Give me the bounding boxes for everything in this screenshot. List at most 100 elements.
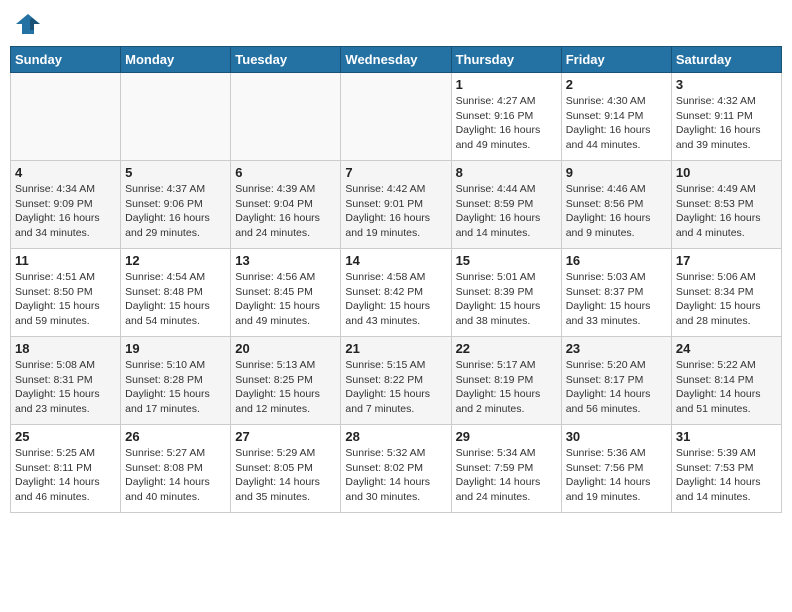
day-cell: 28 Sunrise: 5:32 AMSunset: 8:02 PMDayligh… <box>341 425 451 513</box>
day-detail: Sunrise: 5:34 AMSunset: 7:59 PMDaylight:… <box>456 446 557 505</box>
day-detail: Sunrise: 4:39 AMSunset: 9:04 PMDaylight:… <box>235 182 336 241</box>
day-cell: 4 Sunrise: 4:34 AMSunset: 9:09 PMDaylight… <box>11 161 121 249</box>
day-detail: Sunrise: 5:27 AMSunset: 8:08 PMDaylight:… <box>125 446 226 505</box>
day-detail: Sunrise: 4:56 AMSunset: 8:45 PMDaylight:… <box>235 270 336 329</box>
day-detail: Sunrise: 5:01 AMSunset: 8:39 PMDaylight:… <box>456 270 557 329</box>
week-row-3: 11 Sunrise: 4:51 AMSunset: 8:50 PMDayligh… <box>11 249 782 337</box>
day-number: 11 <box>15 253 116 268</box>
day-number: 27 <box>235 429 336 444</box>
day-cell <box>11 73 121 161</box>
day-number: 25 <box>15 429 116 444</box>
day-number: 9 <box>566 165 667 180</box>
day-detail: Sunrise: 5:03 AMSunset: 8:37 PMDaylight:… <box>566 270 667 329</box>
day-number: 17 <box>676 253 777 268</box>
week-row-4: 18Sunrise: 5:08 AMSunset: 8:31 PMDayligh… <box>11 337 782 425</box>
week-row-1: 1 Sunrise: 4:27 AMSunset: 9:16 PMDaylight… <box>11 73 782 161</box>
day-cell: 1 Sunrise: 4:27 AMSunset: 9:16 PMDaylight… <box>451 73 561 161</box>
day-detail: Sunrise: 5:08 AMSunset: 8:31 PMDaylight:… <box>15 358 116 417</box>
day-detail: Sunrise: 4:49 AMSunset: 8:53 PMDaylight:… <box>676 182 777 241</box>
day-number: 31 <box>676 429 777 444</box>
day-cell: 31 Sunrise: 5:39 AMSunset: 7:53 PMDayligh… <box>671 425 781 513</box>
day-number: 28 <box>345 429 446 444</box>
day-cell: 20Sunrise: 5:13 AMSunset: 8:25 PMDayligh… <box>231 337 341 425</box>
day-cell: 14Sunrise: 4:58 AMSunset: 8:42 PMDayligh… <box>341 249 451 337</box>
day-cell: 16 Sunrise: 5:03 AMSunset: 8:37 PMDayligh… <box>561 249 671 337</box>
day-cell: 8Sunrise: 4:44 AMSunset: 8:59 PMDaylight… <box>451 161 561 249</box>
day-cell: 10Sunrise: 4:49 AMSunset: 8:53 PMDayligh… <box>671 161 781 249</box>
day-cell: 27 Sunrise: 5:29 AMSunset: 8:05 PMDayligh… <box>231 425 341 513</box>
weekday-header-monday: Monday <box>121 47 231 73</box>
day-cell: 24Sunrise: 5:22 AMSunset: 8:14 PMDayligh… <box>671 337 781 425</box>
day-detail: Sunrise: 5:22 AMSunset: 8:14 PMDaylight:… <box>676 358 777 417</box>
day-number: 16 <box>566 253 667 268</box>
header-row: SundayMondayTuesdayWednesdayThursdayFrid… <box>11 47 782 73</box>
day-number: 5 <box>125 165 226 180</box>
day-cell: 17 Sunrise: 5:06 AMSunset: 8:34 PMDayligh… <box>671 249 781 337</box>
day-detail: Sunrise: 5:36 AMSunset: 7:56 PMDaylight:… <box>566 446 667 505</box>
day-detail: Sunrise: 4:44 AMSunset: 8:59 PMDaylight:… <box>456 182 557 241</box>
logo-icon <box>14 10 42 38</box>
week-row-5: 25 Sunrise: 5:25 AMSunset: 8:11 PMDayligh… <box>11 425 782 513</box>
day-detail: Sunrise: 4:42 AMSunset: 9:01 PMDaylight:… <box>345 182 446 241</box>
day-cell: 15 Sunrise: 5:01 AMSunset: 8:39 PMDayligh… <box>451 249 561 337</box>
day-detail: Sunrise: 4:34 AMSunset: 9:09 PMDaylight:… <box>15 182 116 241</box>
day-cell: 21 Sunrise: 5:15 AMSunset: 8:22 PMDayligh… <box>341 337 451 425</box>
day-number: 23 <box>566 341 667 356</box>
day-cell: 23Sunrise: 5:20 AMSunset: 8:17 PMDayligh… <box>561 337 671 425</box>
day-number: 13 <box>235 253 336 268</box>
day-number: 6 <box>235 165 336 180</box>
day-detail: Sunrise: 5:29 AMSunset: 8:05 PMDaylight:… <box>235 446 336 505</box>
day-detail: Sunrise: 4:37 AMSunset: 9:06 PMDaylight:… <box>125 182 226 241</box>
day-detail: Sunrise: 5:17 AMSunset: 8:19 PMDaylight:… <box>456 358 557 417</box>
day-number: 26 <box>125 429 226 444</box>
weekday-header-thursday: Thursday <box>451 47 561 73</box>
weekday-header-saturday: Saturday <box>671 47 781 73</box>
day-number: 19 <box>125 341 226 356</box>
calendar-table: SundayMondayTuesdayWednesdayThursdayFrid… <box>10 46 782 513</box>
day-cell: 18Sunrise: 5:08 AMSunset: 8:31 PMDayligh… <box>11 337 121 425</box>
day-detail: Sunrise: 5:25 AMSunset: 8:11 PMDaylight:… <box>15 446 116 505</box>
day-number: 1 <box>456 77 557 92</box>
day-cell: 22 Sunrise: 5:17 AMSunset: 8:19 PMDayligh… <box>451 337 561 425</box>
day-detail: Sunrise: 4:54 AMSunset: 8:48 PMDaylight:… <box>125 270 226 329</box>
day-cell: 12 Sunrise: 4:54 AMSunset: 8:48 PMDayligh… <box>121 249 231 337</box>
day-number: 20 <box>235 341 336 356</box>
day-cell: 5 Sunrise: 4:37 AMSunset: 9:06 PMDaylight… <box>121 161 231 249</box>
day-number: 30 <box>566 429 667 444</box>
day-cell: 13 Sunrise: 4:56 AMSunset: 8:45 PMDayligh… <box>231 249 341 337</box>
weekday-header-sunday: Sunday <box>11 47 121 73</box>
day-cell: 19Sunrise: 5:10 AMSunset: 8:28 PMDayligh… <box>121 337 231 425</box>
day-detail: Sunrise: 5:06 AMSunset: 8:34 PMDaylight:… <box>676 270 777 329</box>
day-cell: 6 Sunrise: 4:39 AMSunset: 9:04 PMDaylight… <box>231 161 341 249</box>
day-cell: 11 Sunrise: 4:51 AMSunset: 8:50 PMDayligh… <box>11 249 121 337</box>
weekday-header-wednesday: Wednesday <box>341 47 451 73</box>
day-detail: Sunrise: 4:27 AMSunset: 9:16 PMDaylight:… <box>456 94 557 153</box>
day-cell <box>121 73 231 161</box>
day-number: 3 <box>676 77 777 92</box>
day-number: 29 <box>456 429 557 444</box>
day-number: 21 <box>345 341 446 356</box>
day-detail: Sunrise: 5:39 AMSunset: 7:53 PMDaylight:… <box>676 446 777 505</box>
day-number: 15 <box>456 253 557 268</box>
day-cell <box>341 73 451 161</box>
day-detail: Sunrise: 4:58 AMSunset: 8:42 PMDaylight:… <box>345 270 446 329</box>
weekday-header-friday: Friday <box>561 47 671 73</box>
day-detail: Sunrise: 4:46 AMSunset: 8:56 PMDaylight:… <box>566 182 667 241</box>
day-detail: Sunrise: 5:15 AMSunset: 8:22 PMDaylight:… <box>345 358 446 417</box>
day-cell: 7 Sunrise: 4:42 AMSunset: 9:01 PMDaylight… <box>341 161 451 249</box>
day-detail: Sunrise: 4:51 AMSunset: 8:50 PMDaylight:… <box>15 270 116 329</box>
day-cell: 25 Sunrise: 5:25 AMSunset: 8:11 PMDayligh… <box>11 425 121 513</box>
page-header <box>10 10 782 38</box>
day-number: 2 <box>566 77 667 92</box>
logo <box>14 10 46 38</box>
weekday-header-tuesday: Tuesday <box>231 47 341 73</box>
day-number: 4 <box>15 165 116 180</box>
day-detail: Sunrise: 5:32 AMSunset: 8:02 PMDaylight:… <box>345 446 446 505</box>
day-cell: 9 Sunrise: 4:46 AMSunset: 8:56 PMDaylight… <box>561 161 671 249</box>
day-cell: 30 Sunrise: 5:36 AMSunset: 7:56 PMDayligh… <box>561 425 671 513</box>
day-number: 7 <box>345 165 446 180</box>
day-number: 22 <box>456 341 557 356</box>
day-detail: Sunrise: 4:32 AMSunset: 9:11 PMDaylight:… <box>676 94 777 153</box>
day-detail: Sunrise: 4:30 AMSunset: 9:14 PMDaylight:… <box>566 94 667 153</box>
day-number: 12 <box>125 253 226 268</box>
